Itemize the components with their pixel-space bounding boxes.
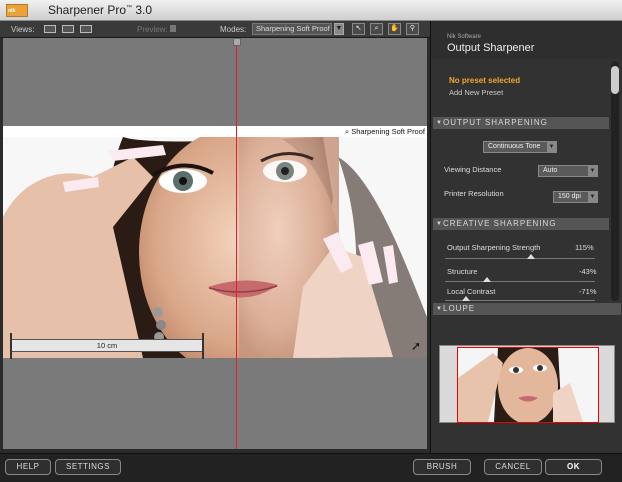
slider-track[interactable] (445, 258, 595, 259)
panel-title: Output Sharpener (447, 42, 535, 54)
loupe-image (457, 347, 599, 423)
vendor-name: Nik Software (447, 34, 482, 40)
side-by-side-view-icon[interactable] (80, 25, 92, 33)
split-view-icon[interactable] (62, 25, 74, 33)
loupe-portrait (458, 348, 598, 422)
ok-button[interactable]: OK (545, 459, 602, 475)
window-title: Sharpener Pro™ 3.0 (48, 3, 153, 17)
soft-proof-label: ⌕ Sharpening Soft Proof (344, 127, 425, 136)
portrait-image (3, 137, 427, 358)
printer-resolution-select[interactable]: 150 dpi ▼ (553, 191, 598, 203)
output-sharpening-section[interactable]: ▼ OUTPUT SHARPENING (433, 117, 609, 129)
preview-checkbox[interactable] (170, 25, 176, 32)
title-bar: nik Sharpener Pro™ 3.0 (0, 0, 622, 21)
chevron-down-icon[interactable]: ▼ (588, 192, 597, 202)
ruler-label: 10 cm (96, 341, 118, 350)
bottom-button-bar: HELP SETTINGS BRUSH CANCEL OK (0, 453, 622, 482)
canvas-empty-area (3, 358, 427, 449)
preset-status: No preset selected (449, 76, 521, 85)
collapse-triangle-icon[interactable]: ▼ (436, 218, 443, 230)
mouse-cursor-icon: ➚ (411, 339, 422, 353)
slider-knob[interactable] (526, 254, 535, 259)
zoom-icon[interactable]: ⌕ (370, 23, 383, 35)
printer-resolution-label: Printer Resolution (444, 189, 504, 198)
views-label: Views: (11, 25, 35, 34)
eyedropper-icon[interactable]: ⚲ (406, 23, 419, 35)
split-line[interactable] (236, 38, 237, 449)
chevron-down-icon[interactable]: ▼ (547, 142, 556, 152)
toolbar: Views: Preview: Modes: Sharpening Soft P… (0, 21, 430, 38)
modes-select[interactable]: Sharpening Soft Proof (252, 23, 332, 35)
panel-scrollbar[interactable] (611, 61, 619, 301)
nik-logo: nik (6, 4, 28, 17)
split-handle[interactable] (233, 38, 241, 46)
slider-label: Output Sharpening Strength (447, 243, 541, 252)
right-panel: Nik Software Output Sharpener No preset … (430, 21, 622, 453)
slider-value: -71% (579, 287, 597, 296)
add-preset-link[interactable]: Add New Preset (449, 88, 503, 97)
slider-label: Structure (447, 267, 478, 276)
slider-knob[interactable] (462, 296, 470, 301)
loupe-section[interactable]: ▼ LOUPE (433, 303, 621, 315)
collapse-triangle-icon[interactable]: ▼ (436, 303, 443, 315)
preview-canvas[interactable]: ⌕ Sharpening Soft Proof (3, 38, 427, 449)
loupe-view[interactable] (439, 345, 615, 423)
chevron-down-icon[interactable]: ▼ (588, 166, 597, 176)
chevron-down-icon[interactable]: ▼ (334, 23, 344, 35)
output-type-select[interactable]: Continuous Tone ▼ (483, 141, 557, 153)
settings-button[interactable]: SETTINGS (55, 459, 121, 475)
cancel-button[interactable]: CANCEL (484, 459, 542, 475)
collapse-triangle-icon[interactable]: ▼ (436, 117, 443, 129)
size-ruler[interactable]: 10 cm (10, 333, 204, 359)
help-button[interactable]: HELP (5, 459, 51, 475)
preview-label: Preview: (137, 25, 168, 34)
logo-text: nik (8, 8, 16, 14)
modes-label: Modes: (220, 25, 247, 34)
portrait-photo (3, 137, 427, 358)
single-view-icon[interactable] (44, 25, 56, 33)
slider-track[interactable] (445, 281, 595, 282)
viewing-distance-label: Viewing Distance (444, 165, 502, 174)
slider-value: -43% (579, 267, 597, 276)
hand-icon[interactable]: ✋ (388, 23, 401, 35)
slider-knob[interactable] (483, 277, 491, 282)
panel-header: Nik Software Output Sharpener (431, 21, 622, 59)
scroll-thumb[interactable] (611, 66, 619, 94)
slider-value: 115% (575, 243, 594, 252)
creative-sharpening-section[interactable]: ▼ CREATIVE SHARPENING (433, 218, 609, 230)
pointer-icon[interactable]: ↖ (352, 23, 365, 35)
viewing-distance-select[interactable]: Auto ▼ (538, 165, 598, 177)
slider-label: Local Contrast (447, 287, 496, 296)
brush-button[interactable]: BRUSH (413, 459, 471, 475)
